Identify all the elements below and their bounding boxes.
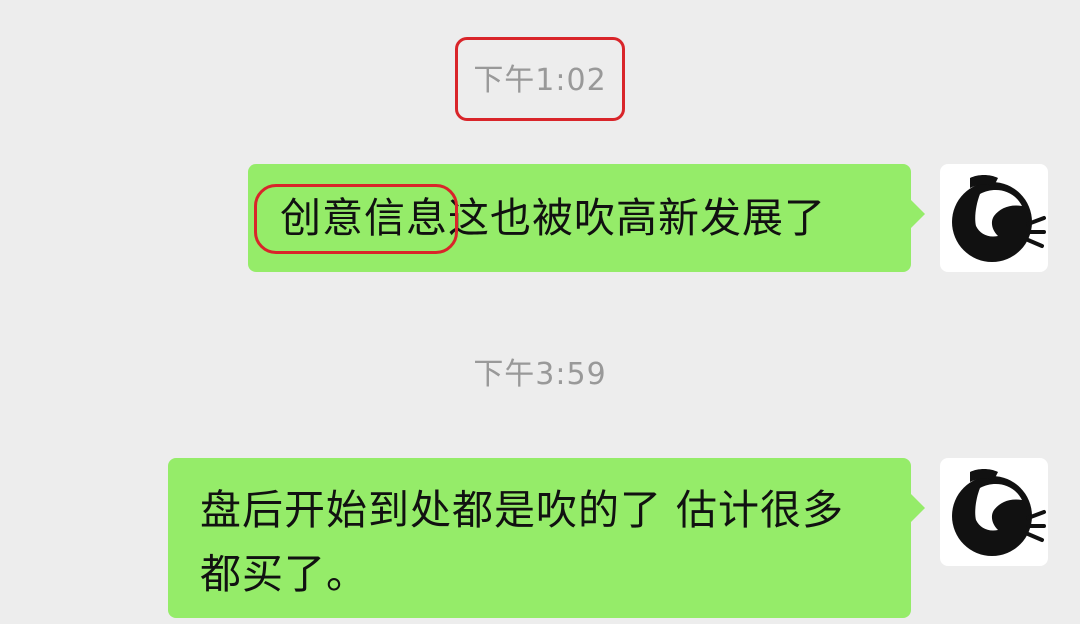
user-avatar[interactable] — [940, 164, 1048, 272]
highlighted-phrase: 创意信息 — [280, 194, 448, 242]
message-bubble[interactable]: 盘后开始到处都是吹的了 估计很多都买了。 — [168, 458, 925, 618]
timestamp-text: 下午1:02 — [473, 63, 607, 98]
user-avatar[interactable] — [940, 458, 1048, 566]
horse-logo-icon — [952, 175, 1046, 262]
chat-timestamp: 下午1:02 — [0, 37, 1080, 121]
message-text: 这也被吹高新发展了 — [448, 194, 826, 242]
chat-timestamp: 下午3:59 — [473, 357, 607, 392]
timestamp-highlight-box: 下午1:02 — [455, 37, 626, 121]
message-bubble[interactable]: 创意信息这也被吹高新发展了 — [248, 164, 925, 272]
message-text: 盘后开始到处都是吹的了 估计很多都买了。 — [200, 486, 845, 598]
horse-logo-icon — [952, 469, 1046, 556]
